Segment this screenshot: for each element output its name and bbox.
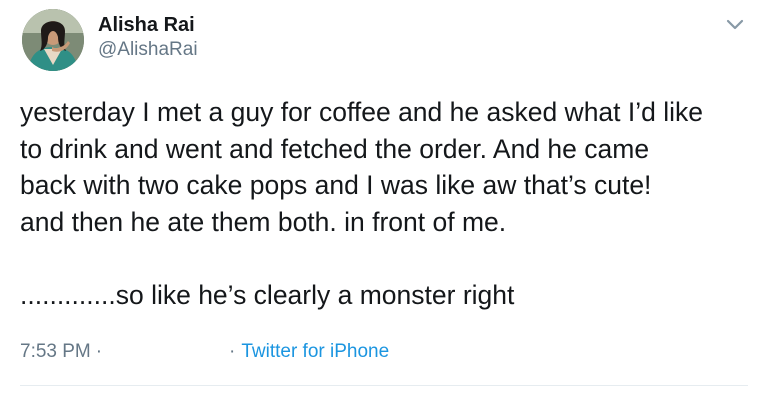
tweet-timestamp[interactable]: 7:53 PM — [20, 341, 91, 362]
tweet-menu-button[interactable] — [722, 12, 748, 36]
divider — [20, 385, 748, 386]
source-app-link[interactable]: Twitter for iPhone — [241, 341, 389, 362]
source-separator: · — [229, 341, 236, 362]
tweet-card: Alisha Rai @AlishaRai yesterday I met a … — [0, 0, 768, 402]
avatar[interactable] — [22, 9, 84, 71]
author-handle[interactable]: @AlishaRai — [98, 38, 198, 62]
meta-separator: · — [95, 341, 103, 362]
tweet-text: yesterday I met a guy for coffee and he … — [20, 97, 704, 310]
tweet-meta: 7:53 PM · — [20, 340, 102, 364]
tweet-source: · Twitter for iPhone — [229, 340, 389, 364]
author-display-name[interactable]: Alisha Rai — [98, 13, 195, 37]
profile-photo-icon — [22, 9, 84, 71]
chevron-down-icon — [726, 19, 744, 30]
